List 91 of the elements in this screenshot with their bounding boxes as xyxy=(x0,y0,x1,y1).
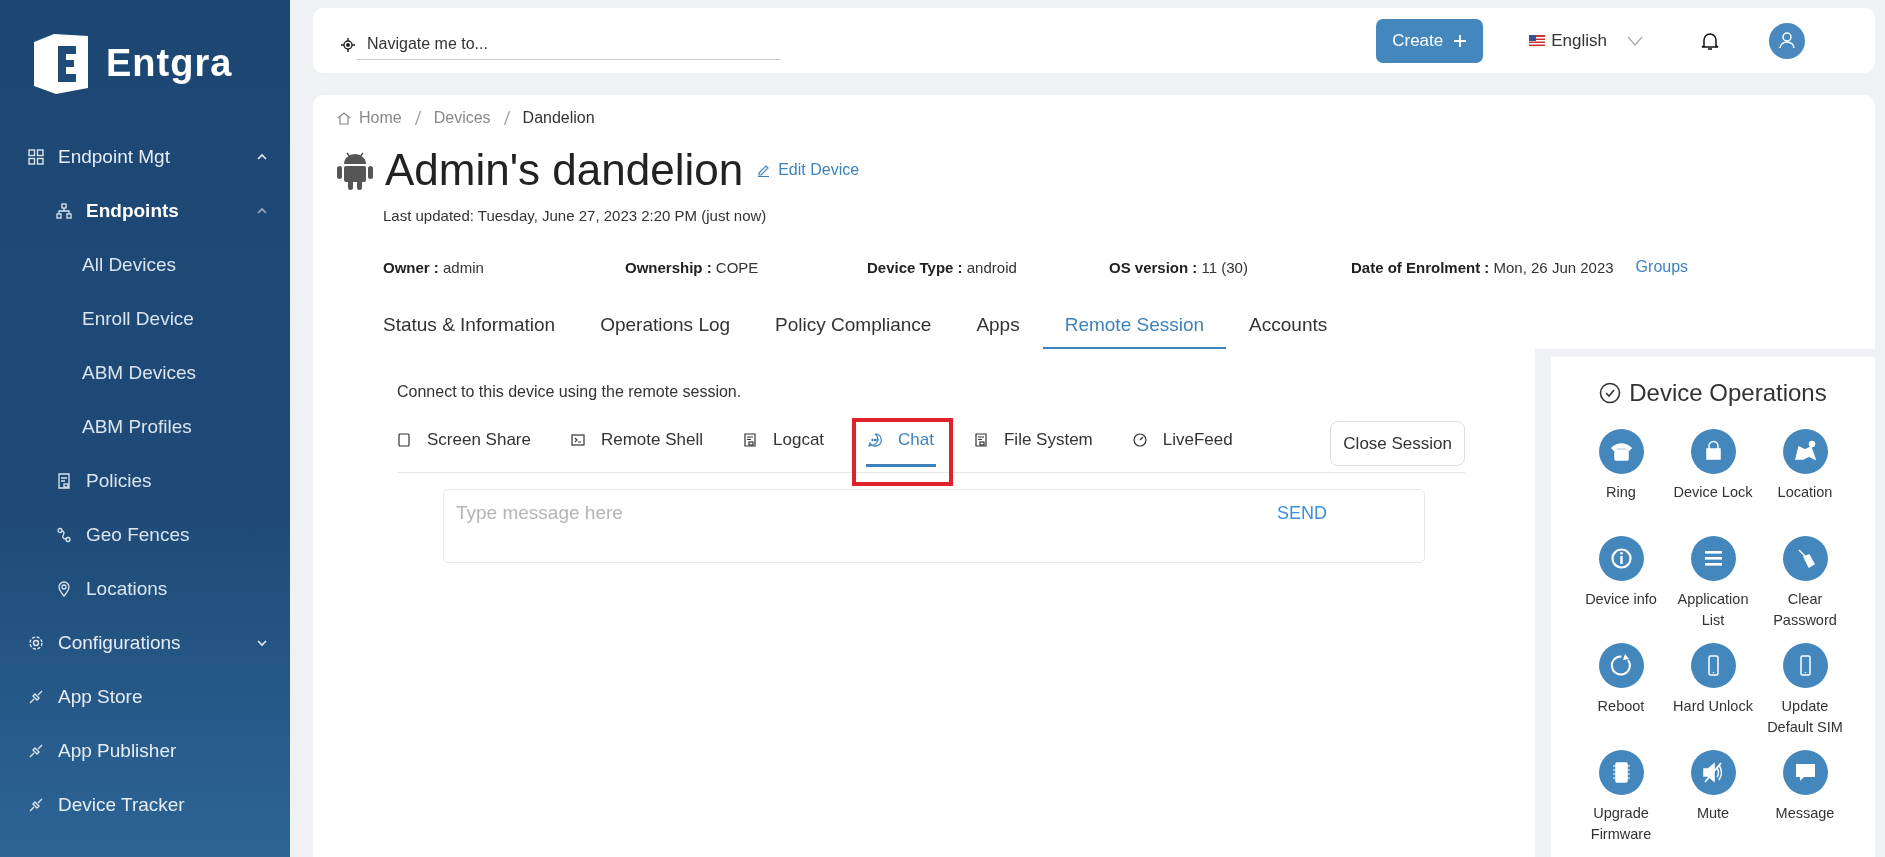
location-pin-icon xyxy=(56,581,72,597)
nav-item[interactable]: Locations xyxy=(0,562,290,616)
crosshair-icon xyxy=(341,37,355,52)
operation-button[interactable]: Update Default SIM xyxy=(1759,643,1851,750)
tab[interactable]: Status & Information xyxy=(383,314,578,349)
android-icon xyxy=(337,150,373,190)
nav-item[interactable]: App Store xyxy=(0,670,290,724)
tab[interactable]: Policy Compliance xyxy=(753,314,954,349)
nav-item[interactable]: Endpoint Mgt xyxy=(0,130,290,184)
speech-bubble-icon xyxy=(1782,750,1828,795)
list-icon xyxy=(1690,536,1736,581)
create-button[interactable]: Create xyxy=(1376,18,1484,63)
pencil-icon xyxy=(757,163,771,177)
last-updated-text: Last updated: Tuesday, June 27, 2023 2:20 PM (just now) xyxy=(383,207,768,224)
chevron-down-icon xyxy=(1627,35,1643,46)
avatar-icon[interactable] xyxy=(1769,22,1805,59)
terminal-icon xyxy=(570,433,585,447)
operation-button[interactable]: Mute xyxy=(1667,750,1759,857)
plus-icon xyxy=(1453,33,1468,48)
tab[interactable]: Chat xyxy=(866,421,936,467)
nav-item[interactable]: Configurations xyxy=(0,616,290,670)
device-title: Admin's dandelion xyxy=(385,145,744,195)
home-icon xyxy=(337,111,351,125)
logo-text: Entgra xyxy=(106,41,233,85)
speaker-icon xyxy=(1690,750,1736,795)
operation-button[interactable]: Upgrade Firmware xyxy=(1575,750,1667,857)
tab[interactable]: Logcat xyxy=(743,421,825,467)
breadcrumb-link[interactable]: Home xyxy=(359,109,402,127)
chip-icon xyxy=(1598,750,1644,795)
nav-item[interactable]: Policies xyxy=(0,454,290,508)
device-property: Owner : admin xyxy=(383,258,485,276)
tablet-icon xyxy=(397,433,411,447)
reload-icon xyxy=(1598,643,1644,688)
operation-button[interactable]: Location xyxy=(1759,429,1851,536)
tab[interactable]: File System xyxy=(974,421,1093,467)
chevron-up-icon xyxy=(256,153,268,161)
operation-button[interactable]: Clear Password xyxy=(1759,536,1851,643)
nav-item[interactable]: All Devices xyxy=(0,238,290,292)
operation-button[interactable]: Message xyxy=(1759,750,1851,857)
language-select[interactable]: English xyxy=(1529,30,1643,51)
nav-item[interactable]: App Publisher xyxy=(0,724,290,778)
edit-device-link[interactable]: Edit Device xyxy=(757,161,860,179)
bell-icon[interactable] xyxy=(1701,30,1719,51)
device-property: Date of Enrolment : Mon, 26 Jun 2023 xyxy=(1351,258,1614,276)
nav-item[interactable]: ABM Profiles xyxy=(0,400,290,454)
map-icon xyxy=(1782,429,1828,474)
groups-link[interactable]: Groups xyxy=(1635,258,1689,276)
breadcrumb-link[interactable]: Devices xyxy=(433,109,491,127)
document-icon xyxy=(974,433,988,447)
panel-title: Device Operations xyxy=(1629,379,1827,407)
slash-icon xyxy=(502,110,511,126)
chevron-down-icon xyxy=(256,639,268,647)
plug-icon xyxy=(28,743,44,759)
check-circle-icon xyxy=(1599,382,1622,404)
plug-icon xyxy=(28,689,44,705)
hierarchy-icon xyxy=(56,203,72,219)
tab[interactable]: Remote Shell xyxy=(570,421,703,467)
plug-icon xyxy=(28,797,44,813)
document-icon xyxy=(56,473,72,489)
nav-item[interactable]: Device Tracker xyxy=(0,778,290,832)
search-field[interactable]: Navigate me to... xyxy=(357,29,781,60)
info-icon xyxy=(1598,536,1644,581)
device-property: OS version : 11 (30) xyxy=(1109,258,1249,276)
operation-button[interactable]: Application List xyxy=(1667,536,1759,643)
nav-item[interactable]: Enroll Device xyxy=(0,292,290,346)
tab[interactable]: LiveFeed xyxy=(1132,421,1233,467)
tab[interactable]: Apps xyxy=(954,314,1042,349)
operation-button[interactable]: Device Lock xyxy=(1667,429,1759,536)
operation-button[interactable]: Hard Unlock xyxy=(1667,643,1759,750)
gauge-icon xyxy=(1132,433,1147,447)
gear-icon xyxy=(28,635,44,651)
intro-text: Connect to this device using the remote session. xyxy=(397,383,743,401)
slash-icon xyxy=(413,110,422,126)
grid-icon xyxy=(28,149,44,165)
tab[interactable]: Accounts xyxy=(1227,314,1350,349)
operation-button[interactable]: Device info xyxy=(1575,536,1667,643)
operation-button[interactable]: Ring xyxy=(1575,429,1667,536)
device-property: Ownership : COPE xyxy=(625,258,760,276)
operation-button[interactable]: Reboot xyxy=(1575,643,1667,750)
nav-item[interactable]: ABM Devices xyxy=(0,346,290,400)
route-icon xyxy=(56,527,72,543)
flag-icon xyxy=(1529,35,1546,46)
tab[interactable]: Screen Share xyxy=(397,421,531,467)
tab[interactable]: Operations Log xyxy=(578,314,753,349)
chevron-up-icon xyxy=(256,207,268,215)
padlock-icon xyxy=(1690,429,1736,474)
device-property: Device Type : android xyxy=(867,258,1018,276)
document-icon xyxy=(743,433,757,447)
nav-item[interactable]: Endpoints xyxy=(0,184,290,238)
close-session-button[interactable]: Close Session xyxy=(1330,421,1465,466)
nav-item[interactable]: Geo Fences xyxy=(0,508,290,562)
